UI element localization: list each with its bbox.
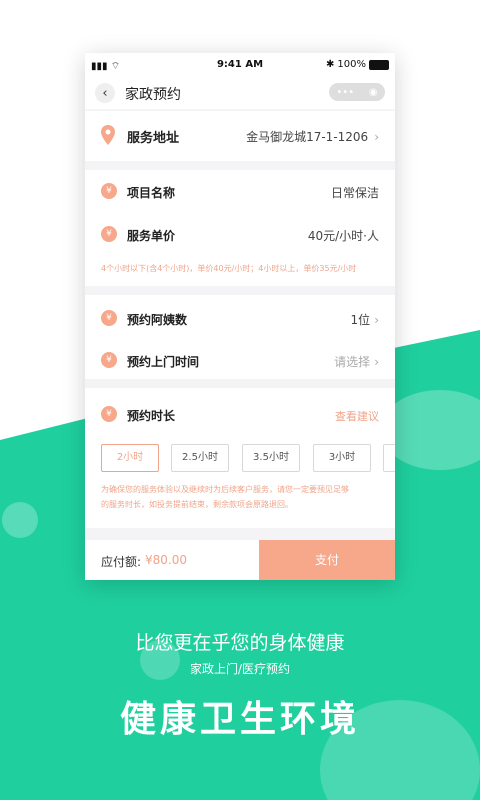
chevron-right-icon: › [374,355,379,369]
price-note: 4个小时以下(含4个小时)，单价40元/小时；4小时以上，单价35元/小时 [101,264,357,273]
duration-label: 预约时长 [127,409,176,423]
more-icon[interactable]: ••• [336,87,354,98]
price-label: 服务单价 [127,229,176,243]
duration-option-3h[interactable]: 3小时 [313,444,371,472]
service-info-card: ¥ 项目名称 日常保洁 ¥ 服务单价 40元/小时·人 4个小时以下(含4个小时… [85,170,395,286]
duration-option-2h[interactable]: 2小时 [101,444,159,472]
duration-note-line1: 为确保您的服务体验以及继续时为后续客户服务，请您一定要预见足够 [101,485,349,494]
amount-value: ¥80.00 [145,553,187,567]
nav-bar: ‹ 家政预约 ••• ◉ [85,77,395,109]
battery-icon [369,59,389,70]
promo-line1: 比您更在乎您的身体健康 [135,632,345,654]
duration-option-2-5h[interactable]: 2.5小时 [171,444,229,472]
phone-screen: ▮▮▮ ⌔ 9:41 AM ✱ 100% ‹ 家政预约 ••• ◉ 服务地址 金… [85,53,395,580]
price-value: 40元/小时·人 [307,229,379,243]
visit-time-row[interactable]: ¥ 预约上门时间 请选择 › [85,339,395,379]
project-row: ¥ 项目名称 日常保洁 [85,170,395,210]
bluetooth-icon: ✱ [326,59,335,70]
chevron-right-icon: › [374,130,379,144]
battery-indicator: ✱ 100% [326,59,389,70]
yen-icon: ¥ [101,310,117,326]
chevron-left-icon: ‹ [102,85,108,101]
duration-row: ¥ 预约时长 查看建议 [85,393,395,433]
workers-value: 1位 › [350,313,379,327]
battery-percent: 100% [337,59,366,70]
address-label: 服务地址 [127,131,180,146]
duration-option-3-5h[interactable]: 3.5小时 [242,444,300,472]
project-value: 日常保洁 [330,186,379,200]
duration-option-more[interactable] [383,444,395,472]
promo-headline: 健康卫生环境 [119,699,360,740]
duration-note-line2: 的服务时长，如投务提前结束，剩余款项会原路退回。 [101,500,293,509]
address-value: 金马御龙城17-1-1206 › [246,130,379,144]
view-suggestion-link[interactable]: 查看建议 [335,408,379,424]
page-title: 家政预约 [125,87,181,103]
project-label: 项目名称 [127,186,176,200]
pay-button[interactable]: 支付 [259,540,395,580]
workers-row[interactable]: ¥ 预约阿姨数 1位 › [85,297,395,337]
yen-icon: ¥ [101,406,117,422]
visit-time-value: 请选择 › [334,355,379,369]
promo-line2: 家政上门/医疗预约 [189,662,291,676]
chevron-right-icon: › [374,313,379,327]
status-bar: ▮▮▮ ⌔ 9:41 AM ✱ 100% [85,53,395,77]
price-row: ¥ 服务单价 40元/小时·人 [85,213,395,253]
back-button[interactable]: ‹ [95,83,115,103]
workers-label: 预约阿姨数 [127,313,188,327]
yen-icon: ¥ [101,226,117,242]
yen-icon: ¥ [101,352,117,368]
amount-label: 应付额: [101,555,142,569]
mini-program-capsule: ••• ◉ [329,83,385,101]
yen-icon: ¥ [101,183,117,199]
close-icon[interactable]: ◉ [369,87,378,98]
visit-time-label: 预约上门时间 [127,355,200,369]
location-pin-icon [101,125,115,145]
booking-card: ¥ 预约阿姨数 1位 › ¥ 预约上门时间 请选择 › [85,295,395,379]
payment-bar: 应付额: ¥80.00 支付 [85,540,395,580]
address-card[interactable]: 服务地址 金马御龙城17-1-1206 › [85,111,395,161]
